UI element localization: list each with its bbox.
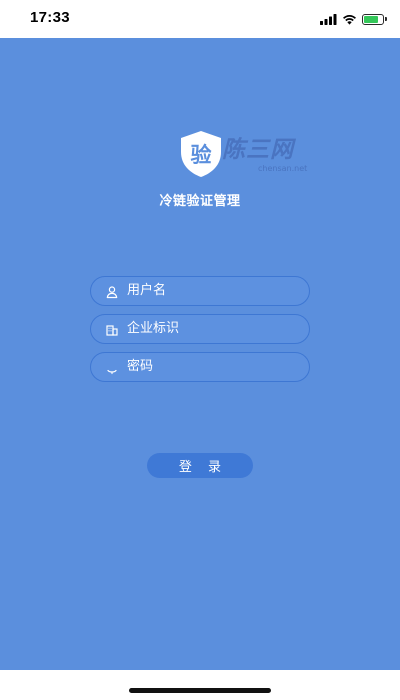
building-icon xyxy=(105,322,119,336)
login-button[interactable]: 登 录 xyxy=(147,453,253,478)
watermark-domain: chensan.net xyxy=(258,164,308,173)
home-indicator[interactable] xyxy=(129,688,271,693)
lock-icon xyxy=(105,360,119,375)
logo-character: 验 xyxy=(190,143,212,167)
username-input[interactable] xyxy=(127,277,297,304)
status-icons xyxy=(320,10,387,29)
password-input[interactable] xyxy=(127,353,297,380)
status-bar: 17:33 xyxy=(0,0,400,38)
enterprise-id-input[interactable] xyxy=(127,315,297,342)
app-title: 冷链验证管理 xyxy=(159,194,241,209)
watermark-logo: 陈三网 xyxy=(222,137,294,163)
battery-icon xyxy=(362,13,387,25)
app-logo: 验 xyxy=(178,130,224,178)
status-time: 17:33 xyxy=(30,9,70,26)
password-field[interactable] xyxy=(90,352,310,382)
username-field[interactable] xyxy=(90,276,310,306)
cellular-signal-icon xyxy=(320,10,337,29)
enterprise-id-field[interactable] xyxy=(90,314,310,344)
bottom-bar xyxy=(0,670,400,700)
wifi-icon xyxy=(342,10,357,29)
battery-level xyxy=(364,15,378,23)
user-icon xyxy=(105,284,119,299)
